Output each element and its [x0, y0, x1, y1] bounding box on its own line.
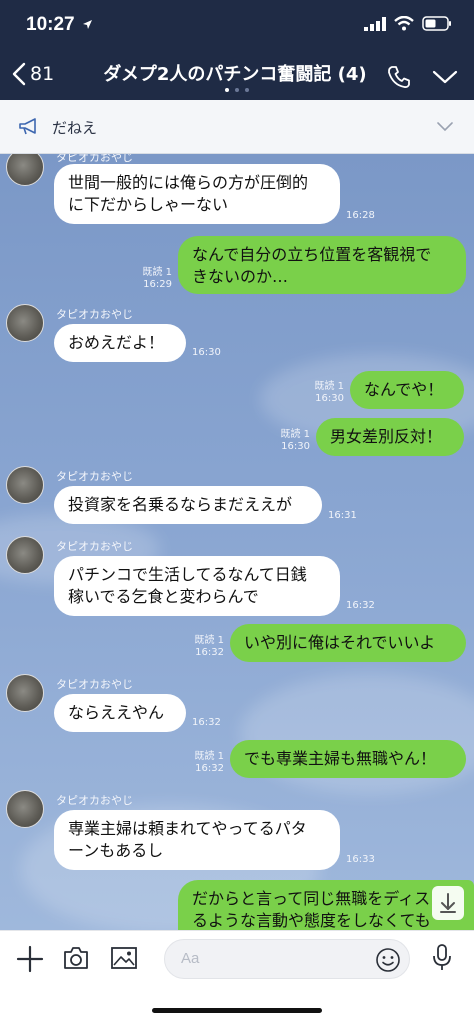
- message-line: 稼いでる乞食と変わらんで: [68, 587, 259, 606]
- message-line: きないのか…: [192, 267, 289, 286]
- message-line: でも専業主婦も無職やん！: [244, 749, 437, 768]
- message-line: に下だからしゃーない: [68, 195, 229, 214]
- scroll-down-button[interactable]: [432, 886, 464, 920]
- status-bar: 10:27: [0, 0, 474, 50]
- announcement-text: だねえ: [52, 119, 98, 137]
- image-icon[interactable]: [110, 945, 138, 971]
- message-line: パチンコで生活してるなんて日銭: [68, 565, 307, 584]
- status-time: 10:27: [26, 14, 75, 35]
- avatar[interactable]: [6, 154, 44, 186]
- message-time: 16:30: [192, 347, 221, 358]
- message-bubble[interactable]: 投資家を名乗るならまだええが: [54, 486, 322, 524]
- message-line: だからと言って同じ無職をディス: [192, 889, 431, 908]
- message-time: 16:28: [346, 210, 375, 221]
- message-input-placeholder: Aa: [181, 950, 200, 967]
- message-line: るような言動や態度をしなくても: [192, 911, 431, 930]
- message-line: ーンもあるし: [68, 841, 164, 860]
- message-time: 16:32: [195, 647, 224, 658]
- message-bubble[interactable]: おめえだよ！: [54, 324, 186, 362]
- sender-name: タピオカおやじ: [56, 794, 133, 807]
- chevron-down-icon[interactable]: [432, 69, 458, 85]
- message-bubble[interactable]: パチンコで生活してるなんて日銭 稼いでる乞食と変わらんで: [54, 556, 340, 616]
- camera-icon[interactable]: [62, 945, 90, 971]
- megaphone-icon: [19, 118, 36, 135]
- chat-header: 81 ダメプ2人のパチンコ奮闘記 (4): [0, 50, 474, 100]
- message-time: 16:30: [281, 441, 310, 452]
- message-bubble[interactable]: 世間一般的には俺らの方が圧倒的 に下だからしゃーない: [54, 164, 340, 224]
- avatar[interactable]: [6, 466, 44, 504]
- avatar[interactable]: [6, 536, 44, 574]
- sender-name: タピオカおやじ: [56, 678, 133, 691]
- back-chevron-icon: [12, 62, 26, 86]
- message-time: 16:32: [195, 763, 224, 774]
- message-time: 16:31: [328, 510, 357, 521]
- battery-icon: [422, 16, 451, 31]
- sender-name: タピオカおやじ: [56, 540, 133, 553]
- message-line: 世間一般的には俺らの方が圧倒的: [68, 173, 309, 192]
- message-bubble[interactable]: 男女差別反対！: [316, 418, 464, 456]
- page-dot: [245, 88, 249, 92]
- announcement-bar[interactable]: だねえ: [0, 100, 474, 154]
- avatar[interactable]: [6, 674, 44, 712]
- signal-icon: [364, 16, 386, 31]
- plus-icon[interactable]: [16, 945, 44, 973]
- message-bubble[interactable]: いや別に俺はそれでいいよ: [230, 624, 466, 662]
- message-bubble[interactable]: なんでや！: [350, 371, 464, 409]
- chat-area[interactable]: タピオカおやじ 世間一般的には俺らの方が圧倒的 に下だからしゃーない 16:28…: [0, 154, 474, 930]
- message-bubble[interactable]: でも専業主婦も無職やん！: [230, 740, 466, 778]
- sender-name: タピオカおやじ: [56, 470, 133, 483]
- message-line: 男女差別反対！: [330, 427, 443, 446]
- scroll-down-icon: [440, 893, 456, 913]
- message-bubble[interactable]: だからと言って同じ無職をディス るような言動や態度をしなくても: [178, 880, 474, 930]
- avatar[interactable]: [6, 304, 44, 342]
- message-bubble[interactable]: 専業主婦は頼まれてやってるパタ ーンもあるし: [54, 810, 340, 870]
- chat-title[interactable]: ダメプ2人のパチンコ奮闘記 (4): [100, 60, 370, 86]
- microphone-icon[interactable]: [430, 943, 454, 973]
- message-line: 投資家を名乗るならまだええが: [68, 495, 293, 514]
- message-line: ならええやん: [68, 703, 165, 722]
- back-button[interactable]: 81: [12, 62, 54, 86]
- message-line: おめえだよ！: [68, 333, 165, 352]
- message-time: 16:33: [346, 854, 375, 865]
- message-line: 専業主婦は頼まれてやってるパタ: [68, 819, 307, 838]
- location-arrow-icon: [83, 20, 92, 29]
- chevron-down-icon[interactable]: [436, 121, 454, 133]
- page-dot: [235, 88, 239, 92]
- message-input[interactable]: Aa: [164, 939, 410, 979]
- message-bubble[interactable]: なんで自分の立ち位置を客観視で きないのか…: [178, 236, 466, 294]
- message-time: 16:32: [346, 600, 375, 611]
- page-dot: [225, 88, 229, 92]
- emoji-icon[interactable]: [375, 947, 401, 973]
- message-time: 16:30: [315, 393, 344, 404]
- message-bubble[interactable]: ならええやん: [54, 694, 186, 732]
- avatar[interactable]: [6, 790, 44, 828]
- wifi-icon: [394, 16, 414, 31]
- message-line: いや別に俺はそれでいいよ: [244, 633, 436, 652]
- message-line: なんでや！: [364, 380, 444, 399]
- phone-icon[interactable]: [386, 64, 412, 90]
- message-time: 16:29: [143, 279, 172, 290]
- sender-name: タピオカおやじ: [56, 308, 133, 321]
- message-time: 16:32: [192, 717, 221, 728]
- message-line: なんで自分の立ち位置を客観視で: [192, 245, 432, 264]
- home-indicator[interactable]: [152, 1008, 322, 1013]
- back-count: 81: [30, 63, 55, 85]
